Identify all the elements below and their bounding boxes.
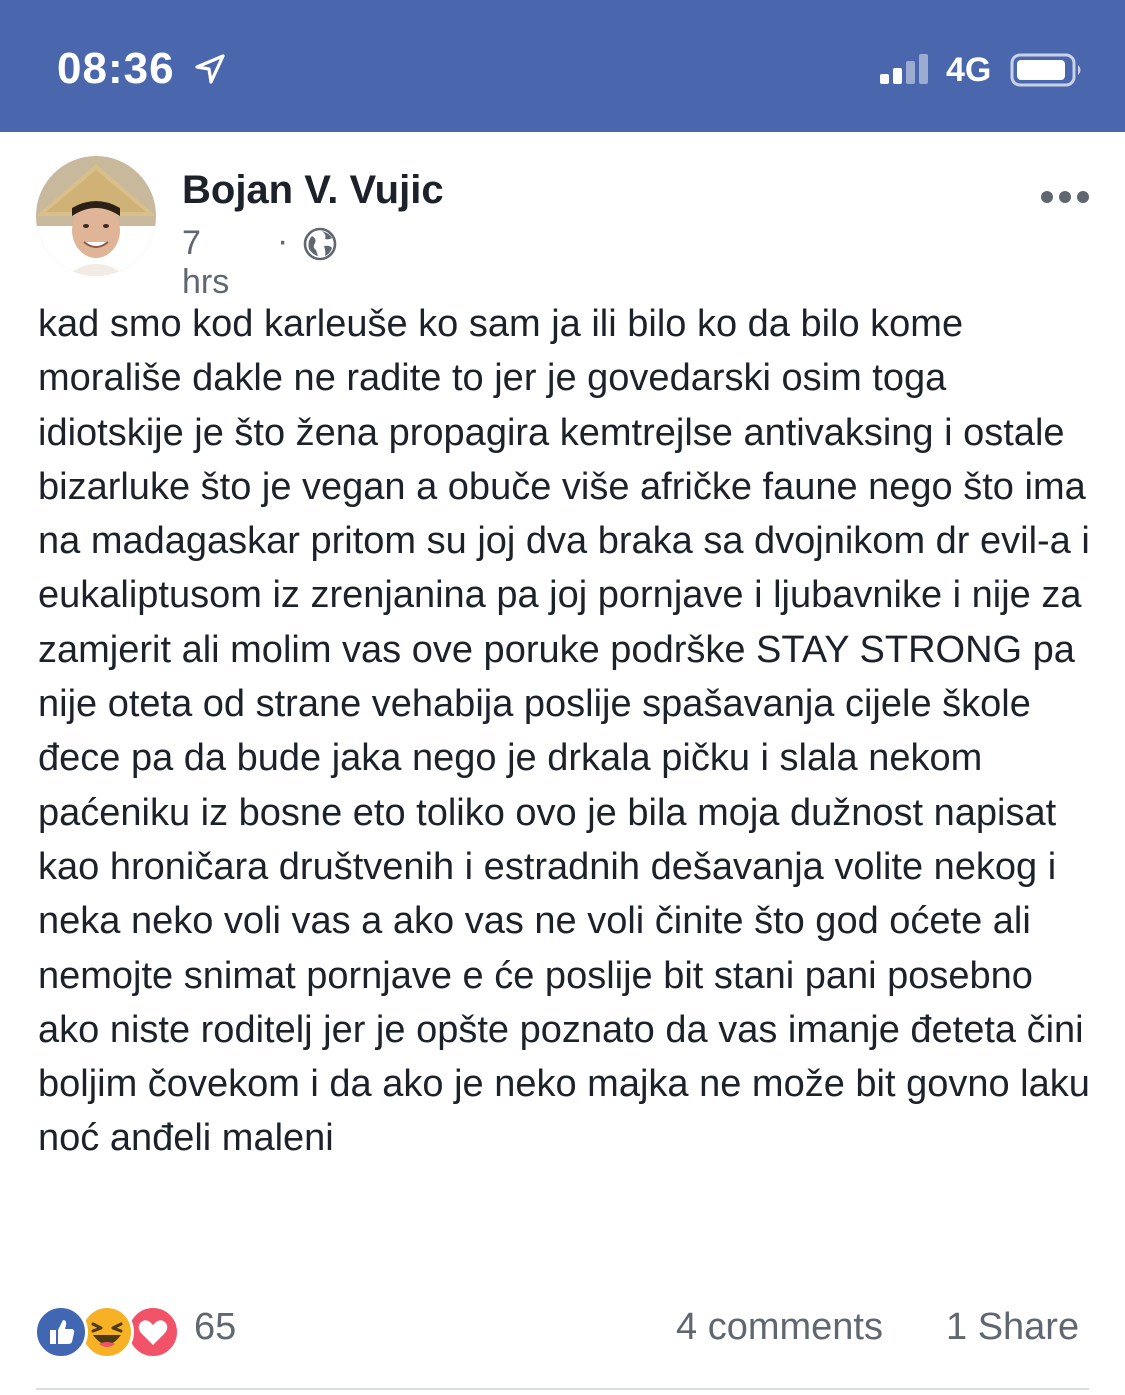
reaction-count[interactable]: 65 (194, 1306, 236, 1349)
shares-count-link[interactable]: 1 Share (946, 1306, 1079, 1349)
avatar-image (36, 156, 156, 276)
reaction-icons[interactable] (34, 1305, 184, 1359)
comments-count-link[interactable]: 4 comments (676, 1306, 883, 1349)
status-time: 08:36 (57, 44, 175, 93)
post-author[interactable]: Bojan V. Vujic (182, 168, 444, 213)
meta-separator: · (277, 222, 289, 260)
post-text: kad smo kod karleuše ko sam ja ili bilo … (38, 303, 1090, 1160)
post-timestamp[interactable]: 7 hrs (182, 224, 229, 302)
status-bar: 08:36 4G (0, 0, 1125, 132)
battery-icon (1010, 53, 1081, 87)
network-type: 4G (946, 51, 992, 89)
love-icon (126, 1305, 180, 1359)
cellular-signal-icon (880, 54, 928, 84)
post-header: Bojan V. Vujic 7 hrs · (0, 132, 1125, 301)
reactions-row: 65 4 comments 1 Share (0, 1300, 1125, 1360)
avatar[interactable] (36, 156, 156, 276)
location-arrow-icon (195, 54, 225, 84)
more-horizontal-icon[interactable] (1040, 190, 1090, 204)
like-icon (34, 1305, 88, 1359)
haha-icon (80, 1305, 134, 1359)
divider (36, 1388, 1089, 1390)
globe-icon (303, 227, 337, 261)
